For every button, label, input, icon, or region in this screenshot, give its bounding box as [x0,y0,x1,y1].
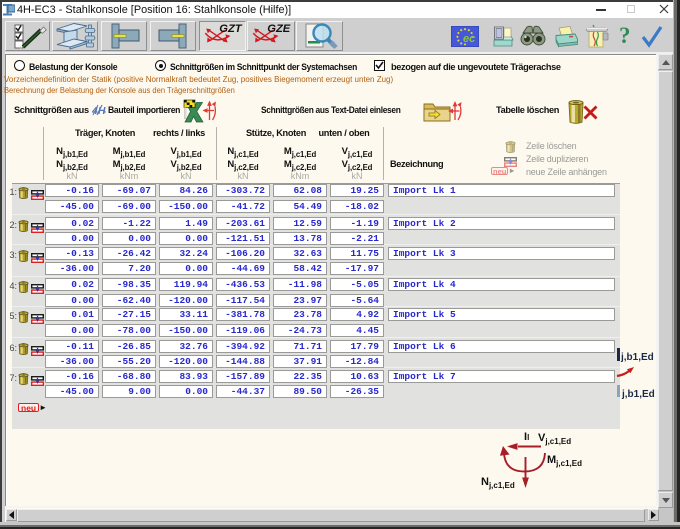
svg-text:GZT: GZT [219,23,243,35]
svg-text:ec: ec [463,33,475,45]
svg-text:GZE: GZE [267,23,291,35]
